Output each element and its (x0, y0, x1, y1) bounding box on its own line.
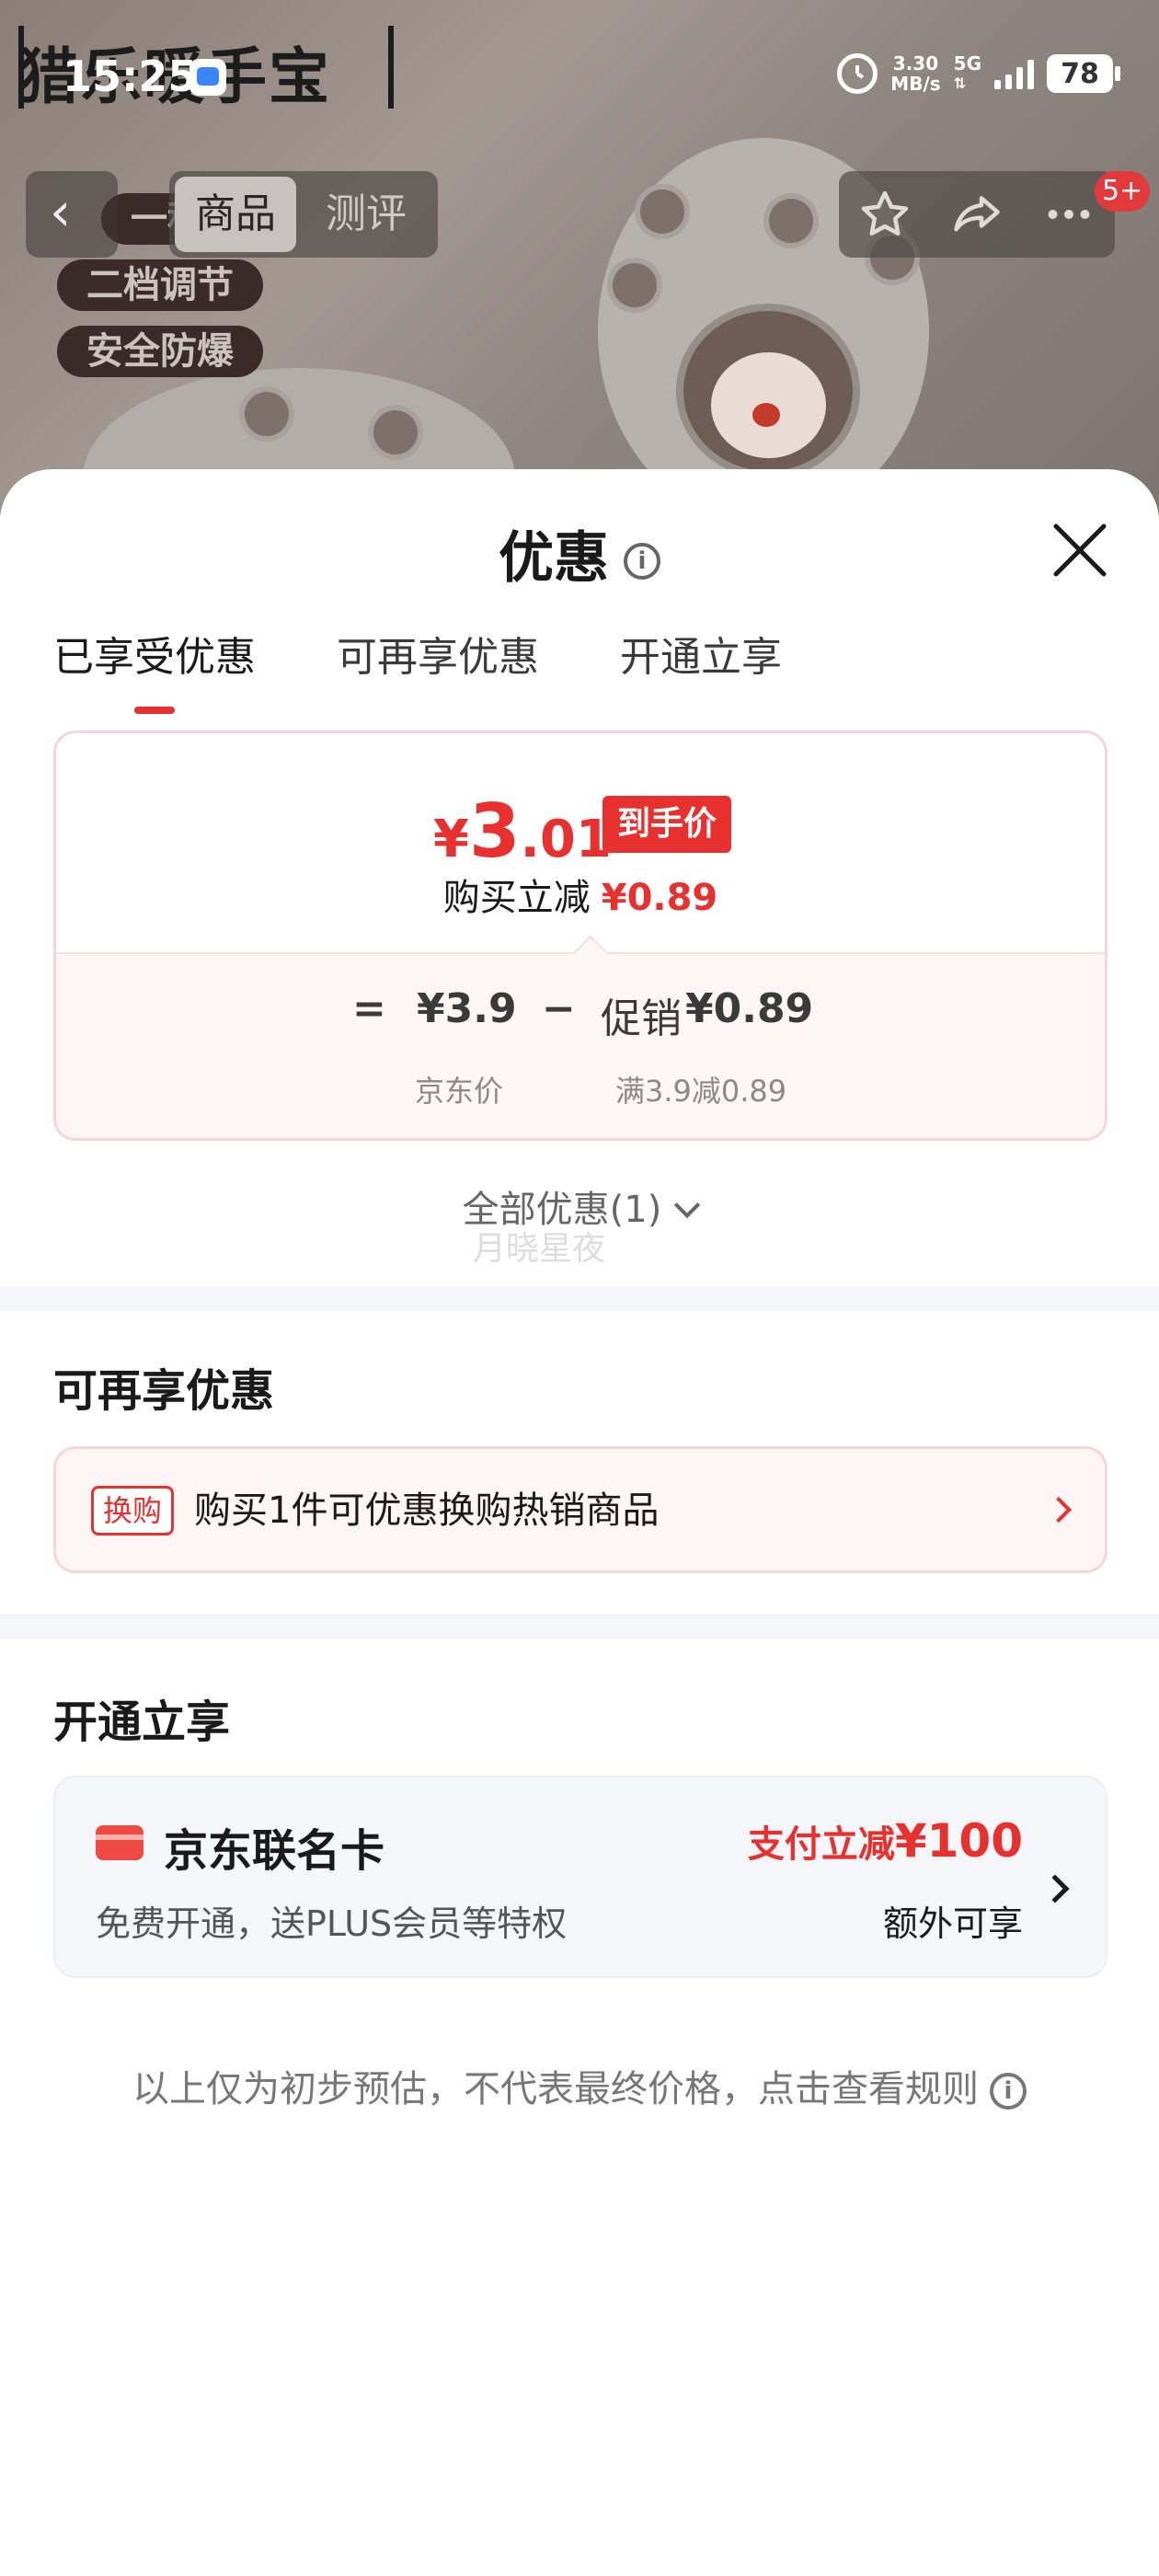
card-description: 免费开通，送PLUS会员等特权 (96, 1903, 568, 1944)
swap-offer-text: 购买1件可优惠换购热销商品 (194, 1489, 660, 1532)
info-icon: i (990, 2073, 1027, 2110)
tab-open-to-enjoy[interactable]: 开通立享 (620, 624, 782, 683)
instant-reduction: 购买立减 ¥0.89 (56, 868, 1105, 921)
price-formula: = ¥3.9 − 促销 ¥0.89 京东价 满3.9减0.89 (56, 952, 1105, 1138)
product-nav-actions (839, 171, 1115, 258)
price-integer: 3 (468, 788, 521, 874)
chevron-left-icon: ‹ (50, 180, 72, 243)
swap-tag: 换购 (91, 1486, 175, 1535)
promo-caption: 满3.9减0.89 (615, 1074, 787, 1109)
network-speed-value: 3.30 (892, 52, 939, 75)
swap-purchase-offer[interactable]: 换购 购买1件可优惠换购热销商品 (53, 1446, 1107, 1573)
offer-amount: ¥100 (894, 1814, 1023, 1868)
star-icon[interactable] (855, 185, 914, 244)
tab-product[interactable]: 商品 (175, 177, 296, 252)
share-icon[interactable] (947, 185, 1006, 244)
promotion-sheet: 优惠 i 已享受优惠 可再享优惠 开通立享 ¥3.01 到手价 购买立减 ¥0.89… (0, 469, 1159, 2576)
offer-extra: 额外可享 (882, 1903, 1023, 1944)
feature-badge: 二档调节 (57, 259, 263, 311)
final-price-card: ¥3.01 到手价 购买立减 ¥0.89 = ¥3.9 − 促销 ¥0.89 京东… (53, 730, 1107, 1141)
tab-more-promotions[interactable]: 可再享优惠 (337, 624, 539, 683)
notification-badge: 5+ (1095, 171, 1151, 212)
tab-review[interactable]: 测评 (305, 177, 427, 252)
more-icon[interactable] (1039, 185, 1098, 244)
formula-line: = ¥3.9 − 促销 ¥0.89 (56, 985, 1105, 1050)
chevron-right-icon (1040, 1874, 1070, 1903)
price-disclaimer[interactable]: 以上仅为初步预估，不代表最终价格，点击查看规则 i (0, 2059, 1159, 2112)
paw-toe (368, 405, 423, 460)
jd-price-caption: 京东价 (415, 1074, 504, 1109)
currency-symbol: ¥ (433, 810, 469, 869)
jd-price: ¥3.9 (417, 985, 517, 1032)
paw-toe (763, 193, 819, 248)
character-nose (752, 403, 780, 427)
battery-icon: 78 (1047, 54, 1120, 93)
chevron-down-icon (674, 1191, 701, 1219)
paw-toe (607, 258, 662, 313)
chevron-right-icon (1045, 1496, 1073, 1524)
equals-sign: = (352, 985, 386, 1032)
alarm-icon (837, 53, 878, 94)
final-price-tag: 到手价 (602, 796, 732, 853)
sheet-header: 优惠 i (0, 513, 1159, 593)
paw-toe (239, 386, 294, 442)
disclaimer-text: 以上仅为初步预估，不代表最终价格，点击查看规则 (132, 2068, 979, 2110)
section-title-more: 可再享优惠 (53, 1365, 275, 1417)
paw-toe (635, 184, 690, 239)
final-price: ¥3.01 (433, 788, 612, 874)
sheet-title: 优惠 (499, 526, 609, 591)
section-divider (0, 1614, 1159, 1639)
offer-label: 支付立减 (747, 1823, 895, 1866)
minus-sign: − (542, 985, 576, 1032)
card-offer: 支付立减¥100 (748, 1814, 1023, 1868)
promo-amount: ¥0.89 (685, 985, 814, 1032)
tab-enjoyed-promotions[interactable]: 已享受优惠 (53, 624, 256, 714)
promotion-tabs: 已享受优惠 可再享优惠 开通立享 (53, 624, 782, 714)
status-right-group: 3.30 MB/s 5G ⇅ 78 (837, 53, 1120, 94)
close-icon (1053, 523, 1107, 577)
signal-icon (994, 58, 1034, 89)
reduction-amount: ¥0.89 (601, 877, 718, 919)
network-type: 5G ⇅ (954, 53, 981, 94)
price-summary: ¥3.01 到手价 购买立减 ¥0.89 (56, 733, 1105, 954)
feature-badge: 安全防爆 (57, 326, 263, 377)
co-brand-card-offer[interactable]: 京东联名卡 免费开通，送PLUS会员等特权 支付立减¥100 额外可享 (53, 1776, 1107, 1978)
network-speed: 3.30 MB/s (890, 53, 940, 94)
info-icon[interactable]: i (624, 543, 660, 581)
product-nav-tabs: 商品 测评 (169, 171, 438, 258)
watermark-text: 月晓星夜 (473, 1230, 606, 1268)
network-speed-unit: MB/s (890, 73, 941, 95)
credit-card-icon (96, 1825, 143, 1860)
paw-face-window (676, 304, 860, 478)
status-time: 15:25 (63, 52, 198, 101)
section-title-open: 开通立享 (53, 1696, 231, 1748)
status-bar: 15:25 3.30 MB/s 5G ⇅ 78 (0, 0, 1159, 156)
close-button[interactable] (1047, 517, 1113, 583)
data-arrows-icon: ⇅ (953, 75, 967, 92)
battery-level: 78 (1061, 57, 1099, 90)
promo-label: 促销 (601, 995, 682, 1042)
chat-app-icon (189, 59, 226, 96)
card-name: 京东联名卡 (164, 1825, 385, 1877)
price-decimal: .01 (520, 810, 612, 869)
back-button[interactable]: ‹ (26, 171, 118, 258)
section-divider (0, 1286, 1159, 1312)
reduction-label: 购买立减 (442, 877, 591, 919)
network-type-label: 5G (953, 52, 981, 75)
